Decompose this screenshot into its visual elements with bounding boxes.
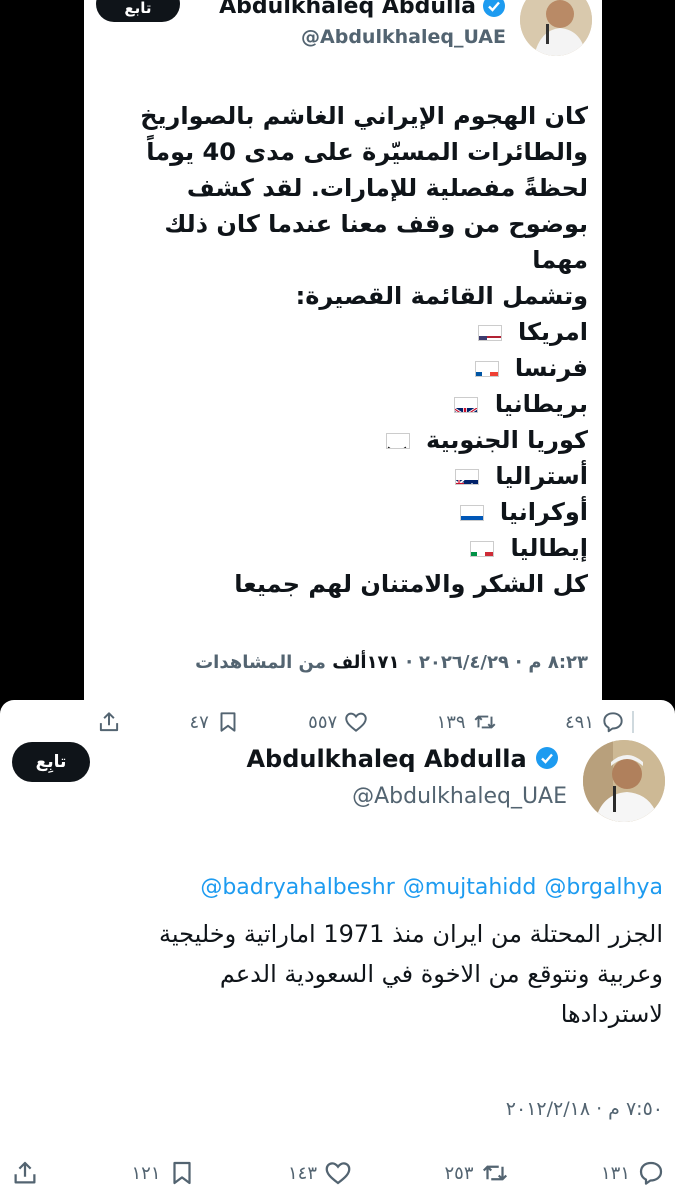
tweet-timestamp[interactable]: ٨:٢٣ م · ٢٠٢٦/٤/٢٩ [419, 652, 588, 673]
heart-icon [345, 712, 367, 732]
meta-separator: · [399, 652, 413, 673]
tweet-line: وعربية ونتوقع من الاخوة في السعودية الدع… [219, 960, 663, 988]
heart-icon [325, 1162, 351, 1185]
tweet-line: مهما [532, 246, 588, 274]
author-handle[interactable]: @Abdulkhaleq_UAE [301, 26, 506, 48]
country-name: أوكرانيا [499, 498, 588, 526]
ua-flag-icon [459, 505, 484, 521]
tweet-text: كان الهجوم الإيراني الغاشم بالصواريخ وال… [98, 98, 588, 602]
reply-icon [603, 712, 623, 733]
follow-button[interactable]: تابِع [12, 742, 90, 782]
tweet-timestamp[interactable]: ٧:٥٠ م · ٢٠١٢/٢/١٨ [506, 1098, 663, 1120]
retweet-icon [474, 715, 496, 729]
country-name: فرنسا [514, 354, 588, 382]
reply-count: ١٣١ [600, 1162, 630, 1184]
us-flag-icon [477, 325, 502, 341]
reply-count: ٤٩١ [564, 711, 594, 733]
like-count: ٥٥٧ [308, 711, 338, 733]
share-button[interactable] [10, 1158, 40, 1188]
au-flag-icon [455, 469, 480, 485]
country-name: إيطاليا [510, 534, 588, 562]
like-button[interactable]: ١٤٣ [288, 1158, 353, 1188]
country-item: إيطاليا [98, 530, 588, 566]
reply-button[interactable]: ٤٩١ [565, 709, 626, 735]
retweet-button[interactable]: ١٣٩ [437, 709, 498, 735]
tweet-line: والطائرات المسيّرة على مدى 40 يوماً [146, 138, 588, 166]
verified-badge-icon [483, 0, 505, 17]
author-name-text[interactable]: Abdulkhaleq Abdulla [246, 745, 526, 773]
tweet-action-bar: ١٣١ ٢٥٣ ١٤٣ ١٢١ [10, 1155, 666, 1191]
country-item: فرنسا [98, 350, 588, 386]
share-icon [99, 712, 119, 732]
country-item: كوريا الجنوبية [98, 422, 588, 458]
country-name: كوريا الجنوبية [426, 426, 588, 454]
gb-flag-icon [454, 397, 479, 413]
tweet-line: لاستردادها [560, 1000, 663, 1028]
author-name-text[interactable]: Abdulkhaleq Abdulla [219, 0, 506, 19]
retweet-count: ١٣٩ [436, 711, 466, 733]
retweet-icon [482, 1165, 507, 1181]
tweet-text: الجزر المحتلة من ايران منذ 1971 اماراتية… [23, 914, 663, 1034]
country-item: أستراليا [98, 458, 588, 494]
reply-icon [639, 1161, 663, 1185]
verified-badge-icon [536, 747, 558, 769]
author-name[interactable]: Abdulkhaleq Abdulla [219, 0, 506, 19]
it-flag-icon [470, 541, 495, 557]
country-item: بريطانيا [98, 386, 588, 422]
tweet-action-bar: ٤٩١ ١٣٩ ٥٥٧ ٤٧ [96, 705, 634, 739]
avatar[interactable] [583, 740, 665, 822]
share-button[interactable] [96, 709, 122, 735]
country-name: امريكا [518, 318, 588, 346]
tweet-line: كل الشكر والامتنان لهم جميعا [234, 570, 588, 598]
like-count: ١٤٣ [287, 1162, 317, 1184]
tweet-line: لحظةً مفصلية للإمارات. لقد كشف [186, 174, 588, 202]
kr-flag-icon [385, 433, 410, 449]
tweet-line: وتشمل القائمة القصيرة: [295, 282, 588, 310]
tweet-line: كان الهجوم الإيراني الغاشم بالصواريخ [140, 102, 588, 130]
bookmark-icon [220, 712, 236, 732]
country-name: بريطانيا [494, 390, 588, 418]
bookmark-count: ٤٧ [189, 711, 209, 733]
author-handle[interactable]: @Abdulkhaleq_UAE [352, 784, 567, 809]
views-label: من المشاهدات [195, 652, 326, 673]
bookmark-button[interactable]: ١٢١ [131, 1158, 196, 1188]
tweet-line: بوضوح من وقف معنا عندما كان ذلك [164, 210, 588, 238]
reply-button[interactable]: ١٣١ [601, 1158, 666, 1188]
country-item: أوكرانيا [98, 494, 588, 530]
like-button[interactable]: ٥٥٧ [308, 709, 369, 735]
divider [632, 711, 634, 733]
country-item: امريكا [98, 314, 588, 350]
author-name[interactable]: Abdulkhaleq Abdulla [246, 745, 567, 773]
mention-list: @badryahalbeshr @mujtahidd @brgalhya [192, 875, 663, 900]
bookmark-icon [172, 1161, 191, 1185]
follow-button[interactable]: تابع [96, 0, 180, 22]
tweet-meta: ٨:٢٣ م · ٢٠٢٦/٤/٢٩ · ١٧١ألف من المشاهدات [195, 652, 588, 673]
views-count: ١٧١ألف [332, 652, 400, 673]
mention-link[interactable]: @badryahalbeshr [200, 875, 394, 900]
fr-flag-icon [474, 361, 499, 377]
share-icon [14, 1161, 36, 1184]
tweet-card-quoted: تابع Abdulkhaleq Abdulla @Abdulkhaleq_UA… [84, 0, 602, 700]
retweet-count: ٢٥٣ [444, 1162, 474, 1184]
bookmark-count: ١٢١ [131, 1162, 161, 1184]
mention-link[interactable]: @brgalhya [544, 875, 663, 900]
avatar[interactable] [520, 0, 592, 56]
bookmark-button[interactable]: ٤٧ [189, 709, 240, 735]
retweet-button[interactable]: ٢٥٣ [444, 1158, 509, 1188]
country-name: أستراليا [495, 462, 588, 490]
tweet-line: الجزر المحتلة من ايران منذ 1971 اماراتية… [159, 920, 663, 948]
mention-link[interactable]: @mujtahidd [403, 875, 537, 900]
